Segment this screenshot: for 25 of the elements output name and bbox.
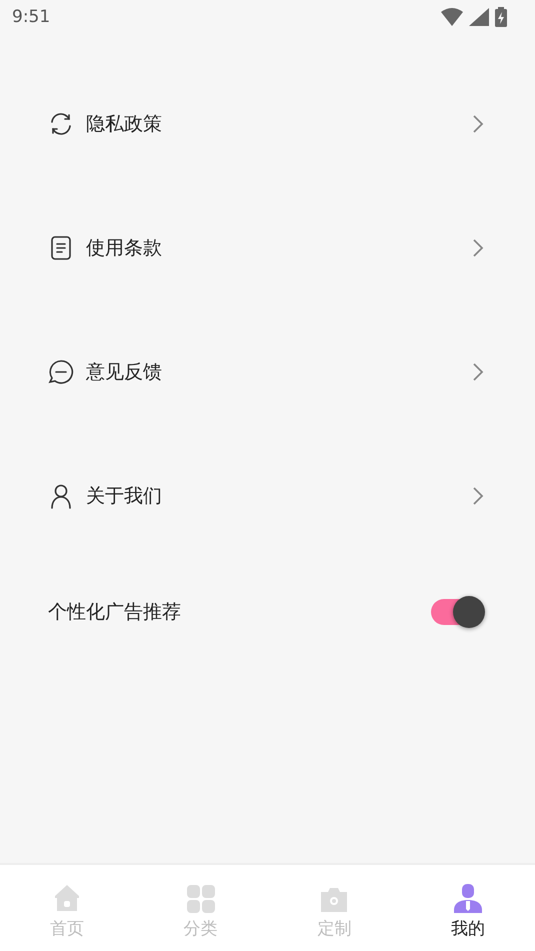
chevron-right-icon (471, 486, 485, 506)
setting-label: 个性化广告推荐 (48, 600, 182, 625)
menu-label: 关于我们 (86, 484, 163, 509)
chevron-right-icon (471, 362, 485, 382)
menu-item[interactable]: 关于我们 (0, 434, 535, 558)
menu-item[interactable]: 隐私政策 (0, 62, 535, 186)
toggle-switch[interactable] (431, 599, 483, 625)
wifi-icon (441, 8, 463, 26)
chevron-right-icon (471, 114, 485, 134)
document-icon (48, 235, 74, 261)
nav-tab[interactable]: 我的 (401, 865, 535, 951)
signal-icon (469, 8, 489, 26)
chevron-right-icon (471, 238, 485, 258)
chat-icon (48, 359, 74, 385)
menu-label: 使用条款 (86, 236, 163, 261)
grid-icon (184, 883, 217, 915)
user-icon (452, 883, 484, 915)
menu-label: 隐私政策 (86, 112, 163, 137)
refresh-icon (48, 111, 74, 137)
menu-label: 意见反馈 (86, 360, 163, 385)
menu-item[interactable]: 使用条款 (0, 186, 535, 310)
person-icon (48, 483, 74, 509)
menu-item[interactable]: 意见反馈 (0, 310, 535, 434)
battery-icon (495, 7, 507, 27)
status-time: 9:51 (12, 7, 50, 27)
